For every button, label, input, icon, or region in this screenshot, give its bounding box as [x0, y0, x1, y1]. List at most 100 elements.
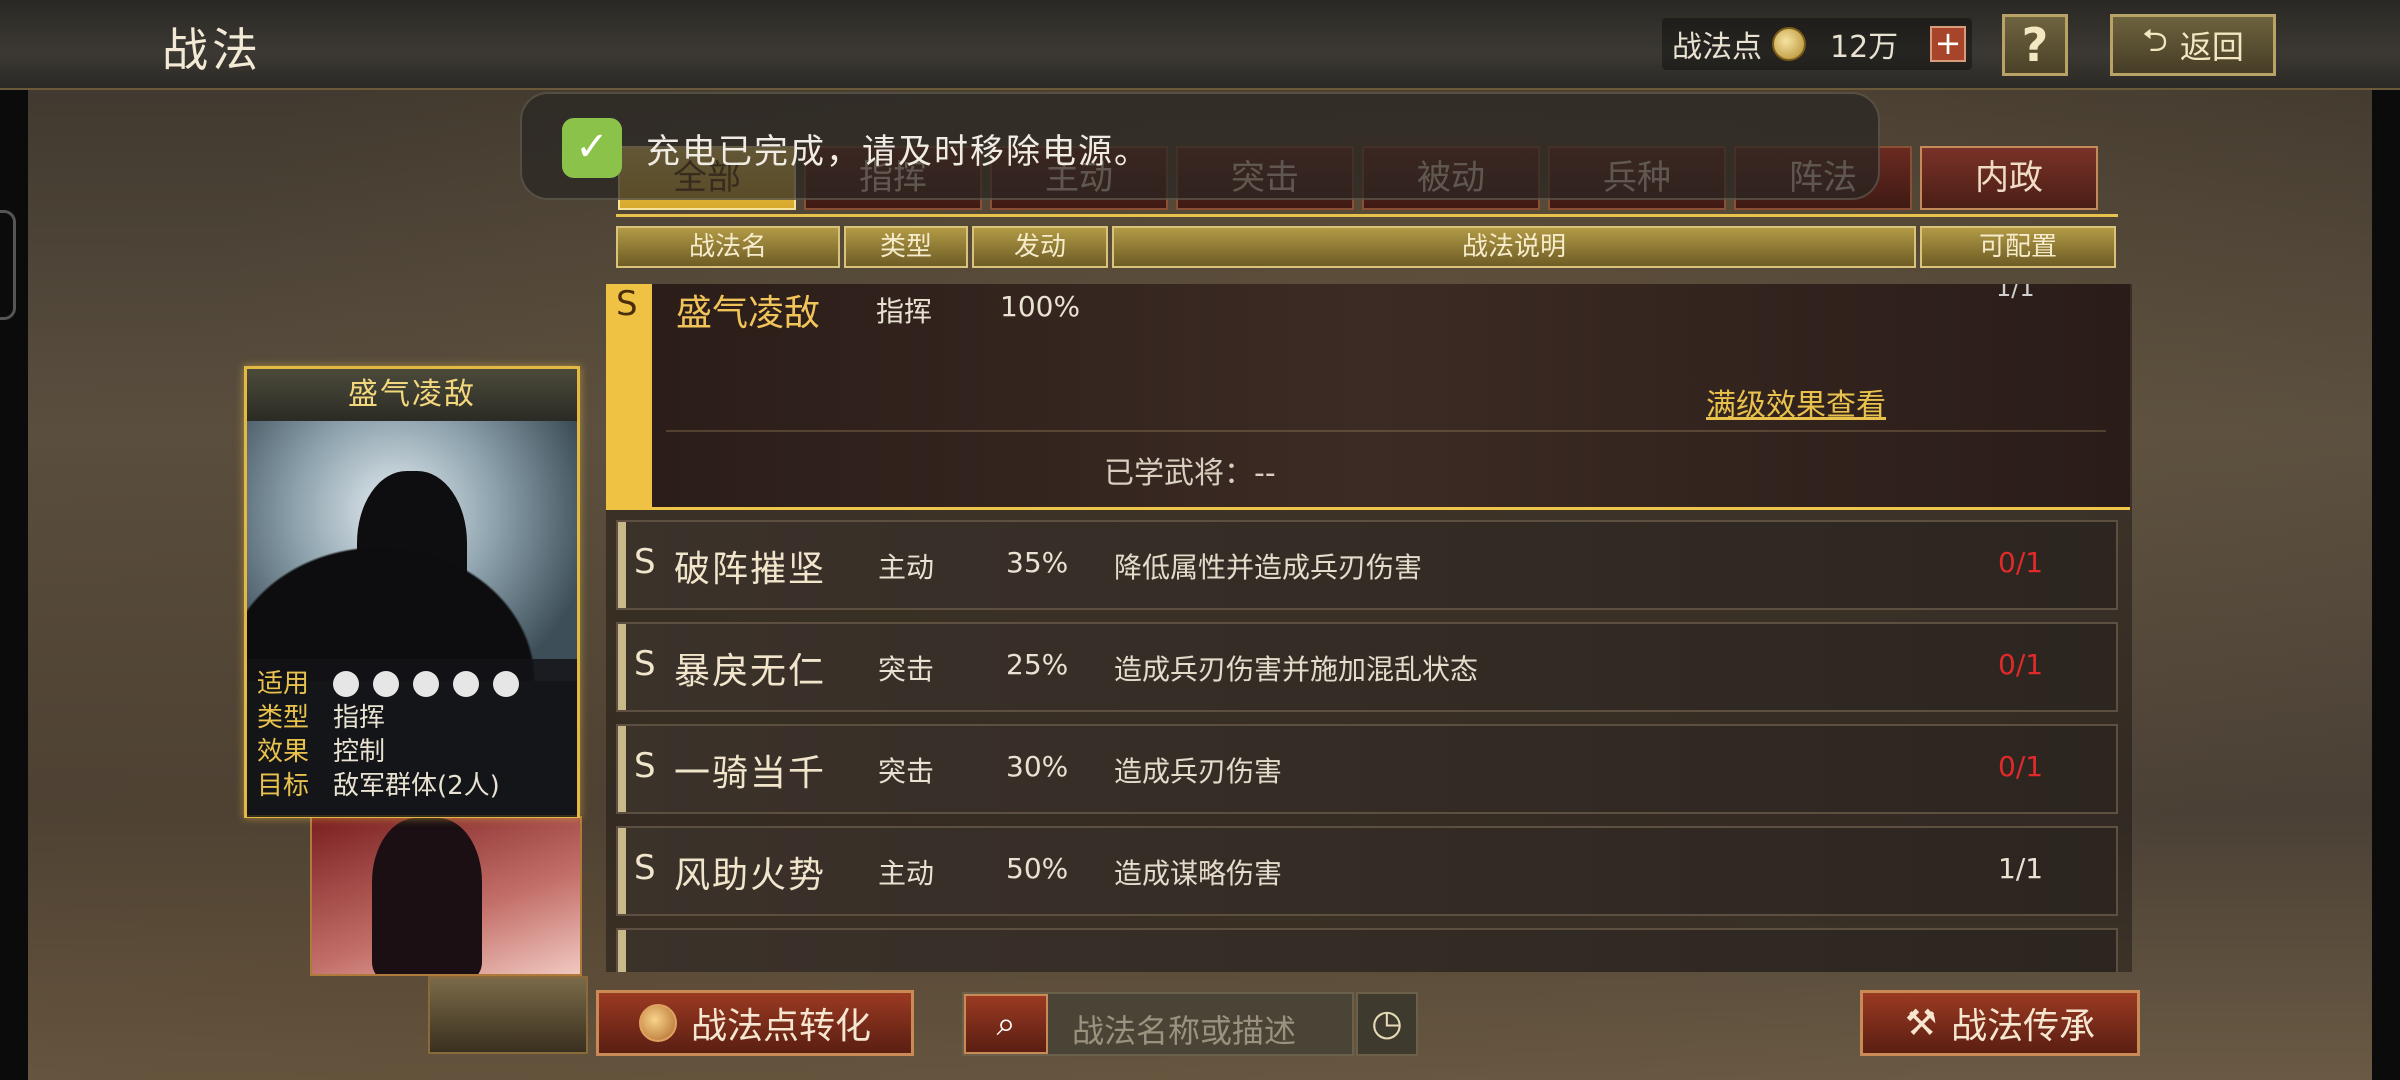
coin-icon	[1772, 27, 1806, 61]
points-label: 战法点	[1672, 30, 1762, 65]
tactic-desc: 造成兵刃伤害	[1114, 755, 1283, 788]
tab-domestic[interactable]: 内政	[1920, 146, 2098, 210]
tactic-name: 暴戾无仁	[674, 651, 827, 692]
bow-icon	[413, 671, 439, 697]
tactic-trigger-rate: 100%	[1000, 290, 1081, 323]
tactic-type: 指挥	[876, 295, 933, 328]
tactic-card: 盛气凌敌 适用 类型 指挥 效果 控制 目标 敌军群体(2人)	[244, 366, 580, 818]
inherit-label: 战法传承	[1951, 1006, 2096, 1047]
tactic-row[interactable]: S 风助火势 主动 50% 造成谋略伤害 1/1	[616, 826, 2118, 916]
siege-icon	[493, 671, 519, 697]
effect-value: 控制	[333, 737, 386, 767]
tactic-points: 战法点 12万	[1662, 18, 1972, 70]
back-button[interactable]: ⮌ 返回	[2110, 14, 2276, 76]
row-bar	[618, 624, 626, 710]
tactic-desc: 造成谋略伤害	[1114, 857, 1283, 890]
type-value: 指挥	[333, 703, 386, 733]
tactic-name: 风助火势	[674, 855, 827, 896]
tactic-grade: S	[634, 542, 656, 582]
tabs-divider	[616, 214, 2118, 217]
tactic-grade: S	[634, 848, 656, 888]
search-input[interactable]: 战法名称或描述	[1072, 1006, 1296, 1052]
apply-label: 适用	[257, 669, 310, 699]
row-bar	[618, 522, 626, 608]
search-icon[interactable]: ⌕	[964, 994, 1048, 1054]
convert-points-button[interactable]: 战法点转化	[596, 990, 914, 1056]
tactic-list[interactable]: S 盛气凌敌 指挥 100% 1/1 满级效果查看 已学武将：-- S 破阵摧坚…	[606, 284, 2132, 972]
tactic-type: 突击	[878, 653, 935, 686]
type-label: 类型	[257, 703, 310, 733]
help-button[interactable]: ?	[2002, 14, 2068, 76]
tactic-grade: S	[634, 746, 656, 786]
tactic-type: 突击	[878, 755, 935, 788]
tactic-desc: 造成兵刃伤害并施加混乱状态	[1114, 653, 1479, 686]
spear-icon	[453, 671, 479, 697]
learned-generals: 已学武将：--	[1104, 456, 1276, 491]
tactic-grade: S	[634, 644, 656, 684]
tactic-config: 0/1	[1998, 750, 2044, 783]
cavalry-icon	[333, 671, 359, 697]
tactic-name: 盛气凌敌	[676, 293, 821, 334]
tactic-grade: S	[616, 284, 638, 324]
edge-handle-icon	[0, 210, 16, 320]
convert-label: 战法点转化	[690, 1006, 871, 1047]
col-trigger[interactable]: 发动	[972, 226, 1108, 268]
troop-silhouette	[247, 511, 577, 681]
right-edge	[2372, 0, 2400, 1080]
tactic-card-secondary[interactable]	[310, 816, 582, 976]
card-title: 盛气凌敌	[247, 369, 577, 421]
back-arrow-icon: ⮌	[2142, 21, 2168, 59]
tactic-trigger-rate: 35%	[1006, 546, 1069, 579]
tactic-config: 0/1	[1998, 546, 2044, 579]
row-bar	[618, 930, 626, 972]
tactic-row-partial[interactable]	[616, 928, 2118, 972]
top-bar: 战法 战法点 12万 + ? ⮌ 返回	[0, 0, 2400, 90]
search-box[interactable]: ⌕ 战法名称或描述	[962, 992, 1354, 1056]
toast-message: 充电已完成，请及时移除电源。	[646, 132, 1150, 172]
tactic-type: 主动	[878, 857, 935, 890]
target-value: 敌军群体(2人)	[333, 771, 500, 801]
points-icon	[638, 1004, 677, 1042]
card-art-figure	[372, 818, 482, 974]
tactic-row[interactable]: S 破阵摧坚 主动 35% 降低属性并造成兵刃伤害 0/1	[616, 520, 2118, 610]
tactic-row[interactable]: S 暴戾无仁 突击 25% 造成兵刃伤害并施加混乱状态 0/1	[616, 622, 2118, 712]
tactic-trigger-rate: 25%	[1006, 648, 1069, 681]
tactic-desc: 降低属性并造成兵刃伤害	[1114, 551, 1423, 584]
col-type[interactable]: 类型	[844, 226, 968, 268]
points-value: 12万	[1830, 30, 1899, 65]
inherit-button[interactable]: ⚒ 战法传承	[1860, 990, 2140, 1056]
col-desc: 战法说明	[1112, 226, 1916, 268]
history-clock-icon[interactable]: ◷	[1356, 992, 1418, 1056]
target-label: 目标	[257, 771, 310, 801]
add-points-button[interactable]: +	[1930, 26, 1966, 62]
tactic-name: 一骑当千	[674, 753, 827, 794]
tactic-card-partial[interactable]	[428, 976, 588, 1054]
check-icon: ✓	[562, 118, 622, 178]
selected-tactic-row[interactable]: S 盛气凌敌 指挥 100% 1/1 满级效果查看 已学武将：--	[606, 284, 2130, 510]
tactic-config: 1/1	[1996, 284, 2035, 302]
card-info: 适用 类型 指挥 效果 控制 目标 敌军群体(2人)	[247, 659, 577, 817]
table-header: 战法名 类型 发动 战法说明 可配置	[616, 226, 2116, 268]
row-bar	[618, 726, 626, 812]
tactic-config: 0/1	[1998, 648, 2044, 681]
tactic-type: 主动	[878, 551, 935, 584]
row-divider	[666, 430, 2106, 432]
page-title: 战法	[162, 23, 262, 77]
shield-icon	[373, 671, 399, 697]
tactic-row[interactable]: S 一骑当千 突击 30% 造成兵刃伤害 0/1	[616, 724, 2118, 814]
tactic-trigger-rate: 50%	[1006, 852, 1069, 885]
hammer-icon: ⚒	[1904, 1002, 1938, 1044]
effect-label: 效果	[257, 737, 310, 767]
col-name[interactable]: 战法名	[616, 226, 840, 268]
tactic-name: 破阵摧坚	[674, 549, 827, 590]
tactic-config: 1/1	[1998, 852, 2044, 885]
tactic-trigger-rate: 30%	[1006, 750, 1069, 783]
system-toast: ✓ 充电已完成，请及时移除电源。	[520, 92, 1880, 200]
row-bar	[618, 828, 626, 914]
col-config[interactable]: 可配置	[1920, 226, 2116, 268]
card-art	[247, 421, 577, 681]
max-level-link[interactable]: 满级效果查看	[1706, 380, 1886, 424]
unit-icons	[333, 667, 519, 701]
left-edge	[0, 0, 28, 1080]
back-label: 返回	[2179, 28, 2244, 66]
